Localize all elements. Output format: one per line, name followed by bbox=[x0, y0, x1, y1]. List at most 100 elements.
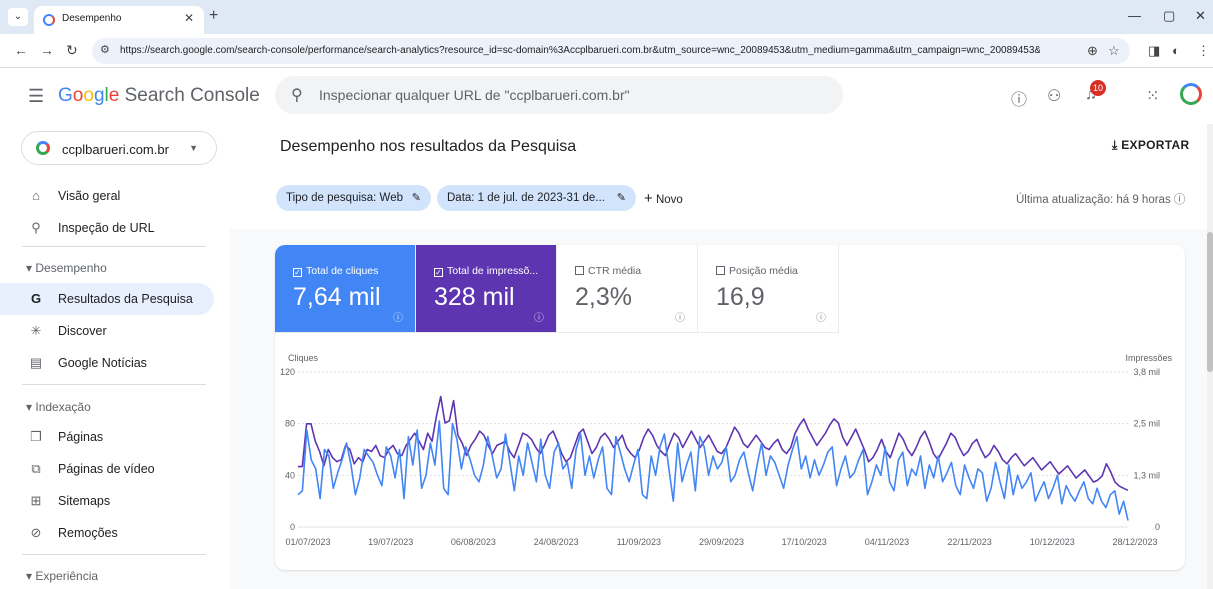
property-selector[interactable]: ccplbarueri.com.br ▼ bbox=[21, 131, 217, 165]
metric-ctr[interactable]: CTR média 2,3% ⓘ bbox=[557, 245, 698, 333]
sidebar-item-pages[interactable]: ❐ Páginas bbox=[0, 421, 214, 453]
sidebar-item-removals[interactable]: ⊘ Remoções bbox=[0, 517, 214, 549]
site-settings-icon[interactable]: ⚙ bbox=[100, 43, 110, 56]
forward-icon[interactable]: → bbox=[40, 42, 54, 58]
url-inspect-search[interactable]: ⚲ bbox=[275, 76, 843, 114]
property-label: ccplbarueri.com.br bbox=[62, 142, 169, 157]
y-label-left: Cliques bbox=[288, 353, 319, 363]
filter-chip-date[interactable]: Data: 1 de jul. de 2023-31 de... ✎ bbox=[437, 185, 636, 211]
metric-value: 7,64 mil bbox=[293, 283, 381, 311]
news-icon: ▤ bbox=[29, 355, 43, 370]
star-icon[interactable]: ☆ bbox=[1108, 43, 1120, 59]
address-bar[interactable]: ⚙ https://search.google.com/search-conso… bbox=[92, 38, 1130, 64]
asterisk-icon: ✳ bbox=[30, 323, 42, 338]
search-icon: ⚲ bbox=[291, 87, 303, 104]
search-icon: ⚲ bbox=[31, 220, 41, 235]
performance-card: ✓ Total de cliques 7,64 mil ⓘ ✓ Total de i… bbox=[275, 245, 1185, 570]
property-icon bbox=[36, 141, 50, 155]
sidebar-item-url-inspection[interactable]: ⚲ Inspeção de URL bbox=[0, 212, 214, 244]
y-tick-left: 120 bbox=[280, 367, 295, 377]
main-top: Desempenho nos resultados da Pesquisa ⤓ … bbox=[230, 124, 1213, 229]
sidebar-item-label: Discover bbox=[58, 324, 107, 338]
help-icon[interactable]: ⓘ bbox=[393, 309, 403, 324]
plus-icon[interactable]: + bbox=[209, 7, 218, 25]
close-icon[interactable]: ✕ bbox=[184, 11, 194, 25]
chevron-down-icon: ▼ bbox=[189, 143, 198, 153]
hamburger-menu-icon[interactable]: ☰ bbox=[28, 86, 44, 107]
x-tick-label: 01/07/2023 bbox=[285, 537, 330, 547]
y-tick-right: 3,8 mil bbox=[1133, 367, 1160, 377]
extension-icon[interactable]: ◐ bbox=[1172, 43, 1180, 58]
sidebar-item-discover[interactable]: ✳ Discover bbox=[0, 315, 214, 347]
metric-label: CTR média bbox=[575, 265, 641, 277]
sidepanel-icon[interactable]: ◨ bbox=[1148, 43, 1160, 59]
sidebar-item-search-results[interactable]: G Resultados da Pesquisa bbox=[0, 283, 214, 315]
section-indexing[interactable]: ▾ Indexação bbox=[26, 400, 91, 414]
metric-position[interactable]: Posição média 16,9 ⓘ bbox=[698, 245, 839, 333]
zoom-icon[interactable]: ⊕ bbox=[1087, 43, 1098, 59]
help-icon[interactable]: ⓘ bbox=[675, 309, 685, 324]
main-content: Desempenho nos resultados da Pesquisa ⤓ … bbox=[230, 124, 1213, 589]
help-icon[interactable]: ⓘ bbox=[534, 309, 544, 324]
x-tick-label: 17/10/2023 bbox=[782, 537, 827, 547]
tab-list-icon[interactable]: ⌄ bbox=[8, 8, 28, 26]
metric-clicks[interactable]: ✓ Total de cliques 7,64 mil ⓘ bbox=[275, 245, 416, 333]
sidebar-item-overview[interactable]: ⌂ Visão geral bbox=[0, 180, 214, 212]
series-line-impressions bbox=[298, 395, 1129, 492]
metric-label: Posição média bbox=[716, 265, 798, 277]
chip-label: Data: 1 de jul. de 2023-31 de... bbox=[447, 192, 605, 204]
video-pages-icon: ⧉ bbox=[31, 461, 41, 476]
home-icon: ⌂ bbox=[32, 188, 40, 203]
y-tick-right: 0 bbox=[1155, 522, 1160, 532]
close-window-icon[interactable]: ✕ bbox=[1195, 8, 1206, 24]
manage-users-icon[interactable]: ⚇ bbox=[1047, 86, 1061, 106]
sidebar-item-google-news[interactable]: ▤ Google Notícias bbox=[0, 347, 214, 379]
help-icon[interactable]: ⓘ bbox=[1174, 194, 1186, 206]
notification-badge: 10 bbox=[1090, 80, 1106, 96]
sidebar-item-video-pages[interactable]: ⧉ Páginas de vídeo bbox=[0, 453, 214, 485]
tab-title: Desempenho bbox=[62, 13, 122, 24]
pages-icon: ❐ bbox=[30, 429, 42, 444]
apps-grid-icon[interactable]: ⁙ bbox=[1146, 86, 1159, 106]
address-url[interactable]: https://search.google.com/search-console… bbox=[120, 45, 1040, 56]
export-button[interactable]: ⤓ EXPORTAR bbox=[1112, 138, 1189, 153]
x-tick-label: 10/12/2023 bbox=[1030, 537, 1075, 547]
sidebar-item-label: Remoções bbox=[58, 526, 118, 540]
menu-icon[interactable]: ⋮ bbox=[1197, 43, 1210, 59]
section-performance[interactable]: ▾ Desempenho bbox=[26, 261, 107, 275]
search-input[interactable] bbox=[319, 76, 819, 114]
new-filter-button[interactable]: + Novo bbox=[644, 190, 683, 207]
help-icon[interactable]: ⓘ bbox=[1011, 86, 1027, 110]
y-tick-right: 1,3 mil bbox=[1133, 470, 1160, 480]
metric-value: 2,3% bbox=[575, 283, 632, 311]
browser-tab-bar: ⌄ Desempenho ✕ + — ▢ ✕ bbox=[0, 0, 1213, 34]
y-label-right: Impressões bbox=[1125, 353, 1172, 363]
pencil-icon: ✎ bbox=[616, 192, 626, 204]
divider bbox=[22, 554, 206, 555]
x-tick-label: 29/09/2023 bbox=[699, 537, 744, 547]
back-icon[interactable]: ← bbox=[14, 42, 28, 58]
metric-impressions[interactable]: ✓ Total de impressõ... 328 mil ⓘ bbox=[416, 245, 557, 333]
scrollbar-thumb[interactable] bbox=[1207, 232, 1213, 372]
help-icon[interactable]: ⓘ bbox=[816, 309, 826, 324]
reload-icon[interactable]: ↻ bbox=[66, 42, 78, 59]
divider bbox=[22, 384, 206, 385]
sidebar-item-label: Inspeção de URL bbox=[58, 221, 155, 235]
metric-value: 328 mil bbox=[434, 283, 515, 311]
google-g-icon: G bbox=[30, 291, 42, 306]
y-tick-left: 40 bbox=[285, 470, 295, 480]
chip-label: Tipo de pesquisa: Web bbox=[286, 192, 403, 204]
browser-tab[interactable]: Desempenho ✕ bbox=[34, 6, 204, 34]
section-experience[interactable]: ▾ Experiência bbox=[26, 569, 98, 583]
filter-chip-search-type[interactable]: Tipo de pesquisa: Web ✎ bbox=[276, 185, 431, 211]
sidebar-item-sitemaps[interactable]: ⊞ Sitemaps bbox=[0, 485, 214, 517]
search-console-logo[interactable]: Google Search Console bbox=[58, 85, 260, 107]
x-tick-label: 19/07/2023 bbox=[368, 537, 413, 547]
avatar[interactable] bbox=[1180, 83, 1202, 105]
x-tick-label: 06/08/2023 bbox=[451, 537, 496, 547]
app-header: ☰ Google Search Console ⚲ ⓘ ⚇ ♫ ⁙ bbox=[0, 68, 1213, 124]
chart-lines bbox=[297, 395, 1129, 521]
download-icon: ⤓ bbox=[1112, 138, 1118, 152]
minimize-icon[interactable]: — bbox=[1128, 8, 1141, 23]
maximize-icon[interactable]: ▢ bbox=[1163, 8, 1175, 24]
